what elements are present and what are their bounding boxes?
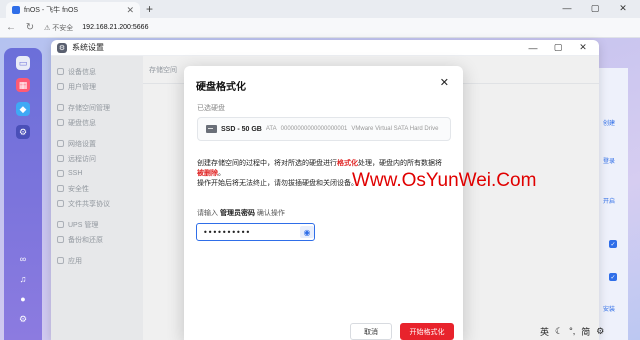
- user-icon[interactable]: ●: [16, 292, 30, 306]
- selected-disk-card: SSD - 50 GB ATA 00000000000000000001 VMw…: [197, 117, 451, 141]
- url-field[interactable]: 192.168.21.200:5666: [82, 24, 148, 31]
- punctuation-icon[interactable]: °,: [569, 326, 575, 336]
- warning-text-line2: 操作开始后将无法终止，请勿拔插硬盘和关闭设备。: [197, 180, 358, 187]
- ime-mode[interactable]: 简: [581, 325, 590, 338]
- warning-text: 处理，硬盘内的所有数据将: [358, 160, 442, 167]
- gear-icon[interactable]: ⚙: [596, 326, 604, 337]
- disk-name: SSD - 50 GB: [221, 125, 262, 133]
- disk-serial: 00000000000000000001: [280, 126, 348, 132]
- tab-close-icon[interactable]: ✕: [126, 5, 134, 16]
- install-link[interactable]: 安装: [603, 304, 615, 313]
- monitor-icon[interactable]: ▭: [16, 56, 30, 70]
- watermark-text: Www.OsYunWei.Com: [352, 170, 537, 191]
- window-maximize-button[interactable]: ▢: [548, 42, 568, 53]
- left-dock: ▭ ▦ ◆ ⚙ ∞ ♫ ● ⚙: [4, 48, 42, 340]
- window-minimize-button[interactable]: —: [523, 43, 543, 53]
- bell-icon[interactable]: ♫: [16, 272, 30, 286]
- window-titlebar[interactable]: ⚙ 系统设置 — ▢ ✕: [51, 40, 599, 56]
- security-indicator[interactable]: ⚠ 不安全: [44, 23, 73, 33]
- checkbox-icon[interactable]: ✓: [609, 240, 617, 248]
- window-close-button[interactable]: ✕: [573, 42, 593, 53]
- background-window-strip: 创建 登录 开启 ✓ ✓ 安装: [598, 68, 628, 340]
- prompt-admin-password: 管理员密码: [219, 210, 255, 217]
- system-tray: 英 ☾ °, 简 ⚙: [540, 322, 640, 340]
- cancel-button[interactable]: 取消: [350, 323, 392, 340]
- settings-gear-icon: ⚙: [57, 42, 67, 53]
- security-label: 不安全: [52, 24, 74, 32]
- browser-tab-bar: fnOS - 飞牛 fnOS ✕ + — ▢ ✕: [0, 0, 640, 18]
- ime-indicator[interactable]: 英: [540, 325, 549, 338]
- disk-model: VMware Virtual SATA Hard Drive: [351, 126, 439, 132]
- checkbox-icon[interactable]: ✓: [609, 273, 617, 281]
- password-input[interactable]: [196, 223, 315, 241]
- gear-icon[interactable]: ⚙: [16, 312, 30, 326]
- prompt-prefix: 请输入: [197, 210, 218, 217]
- back-arrow-icon[interactable]: ←: [6, 22, 16, 33]
- login-link[interactable]: 登录: [603, 156, 615, 165]
- start-format-button[interactable]: 开始格式化: [400, 323, 454, 340]
- warning-highlight-deleted: 被删除: [197, 170, 218, 177]
- browser-tab[interactable]: fnOS - 飞牛 fnOS ✕: [6, 2, 140, 18]
- fnos-favicon-icon: [12, 6, 20, 14]
- link-icon[interactable]: ∞: [16, 252, 30, 266]
- browser-close-button[interactable]: ✕: [612, 2, 634, 14]
- prompt-suffix: 确认操作: [256, 210, 285, 217]
- enable-link[interactable]: 开启: [603, 196, 615, 205]
- browser-minimize-button[interactable]: —: [556, 2, 578, 14]
- address-bar: ← ↻ ⚠ 不安全 192.168.21.200:5666: [0, 18, 640, 38]
- ssd-icon: [206, 125, 217, 133]
- tab-title: fnOS - 飞牛 fnOS: [24, 7, 79, 14]
- window-title: 系统设置: [72, 43, 104, 52]
- browser-maximize-button[interactable]: ▢: [584, 2, 606, 14]
- dialog-title: 硬盘格式化: [196, 82, 246, 93]
- new-tab-button[interactable]: +: [146, 2, 153, 16]
- shield-icon[interactable]: ◆: [16, 102, 30, 116]
- eye-toggle-icon[interactable]: ◉: [300, 226, 314, 238]
- warning-highlight-format: 格式化: [337, 160, 358, 167]
- warning-icon: ⚠: [44, 24, 51, 32]
- password-prompt: 请输入 管理员密码 确认操作: [197, 208, 285, 218]
- warning-text: 。: [218, 170, 225, 177]
- moon-icon[interactable]: ☾: [555, 326, 563, 337]
- settings-gear-icon[interactable]: ⚙: [16, 125, 30, 139]
- url-text: 192.168.21.200:5666: [82, 24, 149, 31]
- warning-text: 创建存储空间的过程中，将对所选的硬盘进行: [197, 160, 337, 167]
- apps-icon[interactable]: ▦: [16, 78, 30, 92]
- dialog-close-icon[interactable]: ✕: [440, 76, 449, 89]
- format-disk-dialog: 硬盘格式化 ✕ 已选硬盘 SSD - 50 GB ATA 00000000000…: [184, 66, 463, 340]
- disk-bus: ATA: [265, 126, 277, 132]
- reload-icon[interactable]: ↻: [25, 22, 35, 33]
- selected-disk-label: 已选硬盘: [197, 105, 225, 112]
- create-link[interactable]: 创建: [603, 118, 615, 127]
